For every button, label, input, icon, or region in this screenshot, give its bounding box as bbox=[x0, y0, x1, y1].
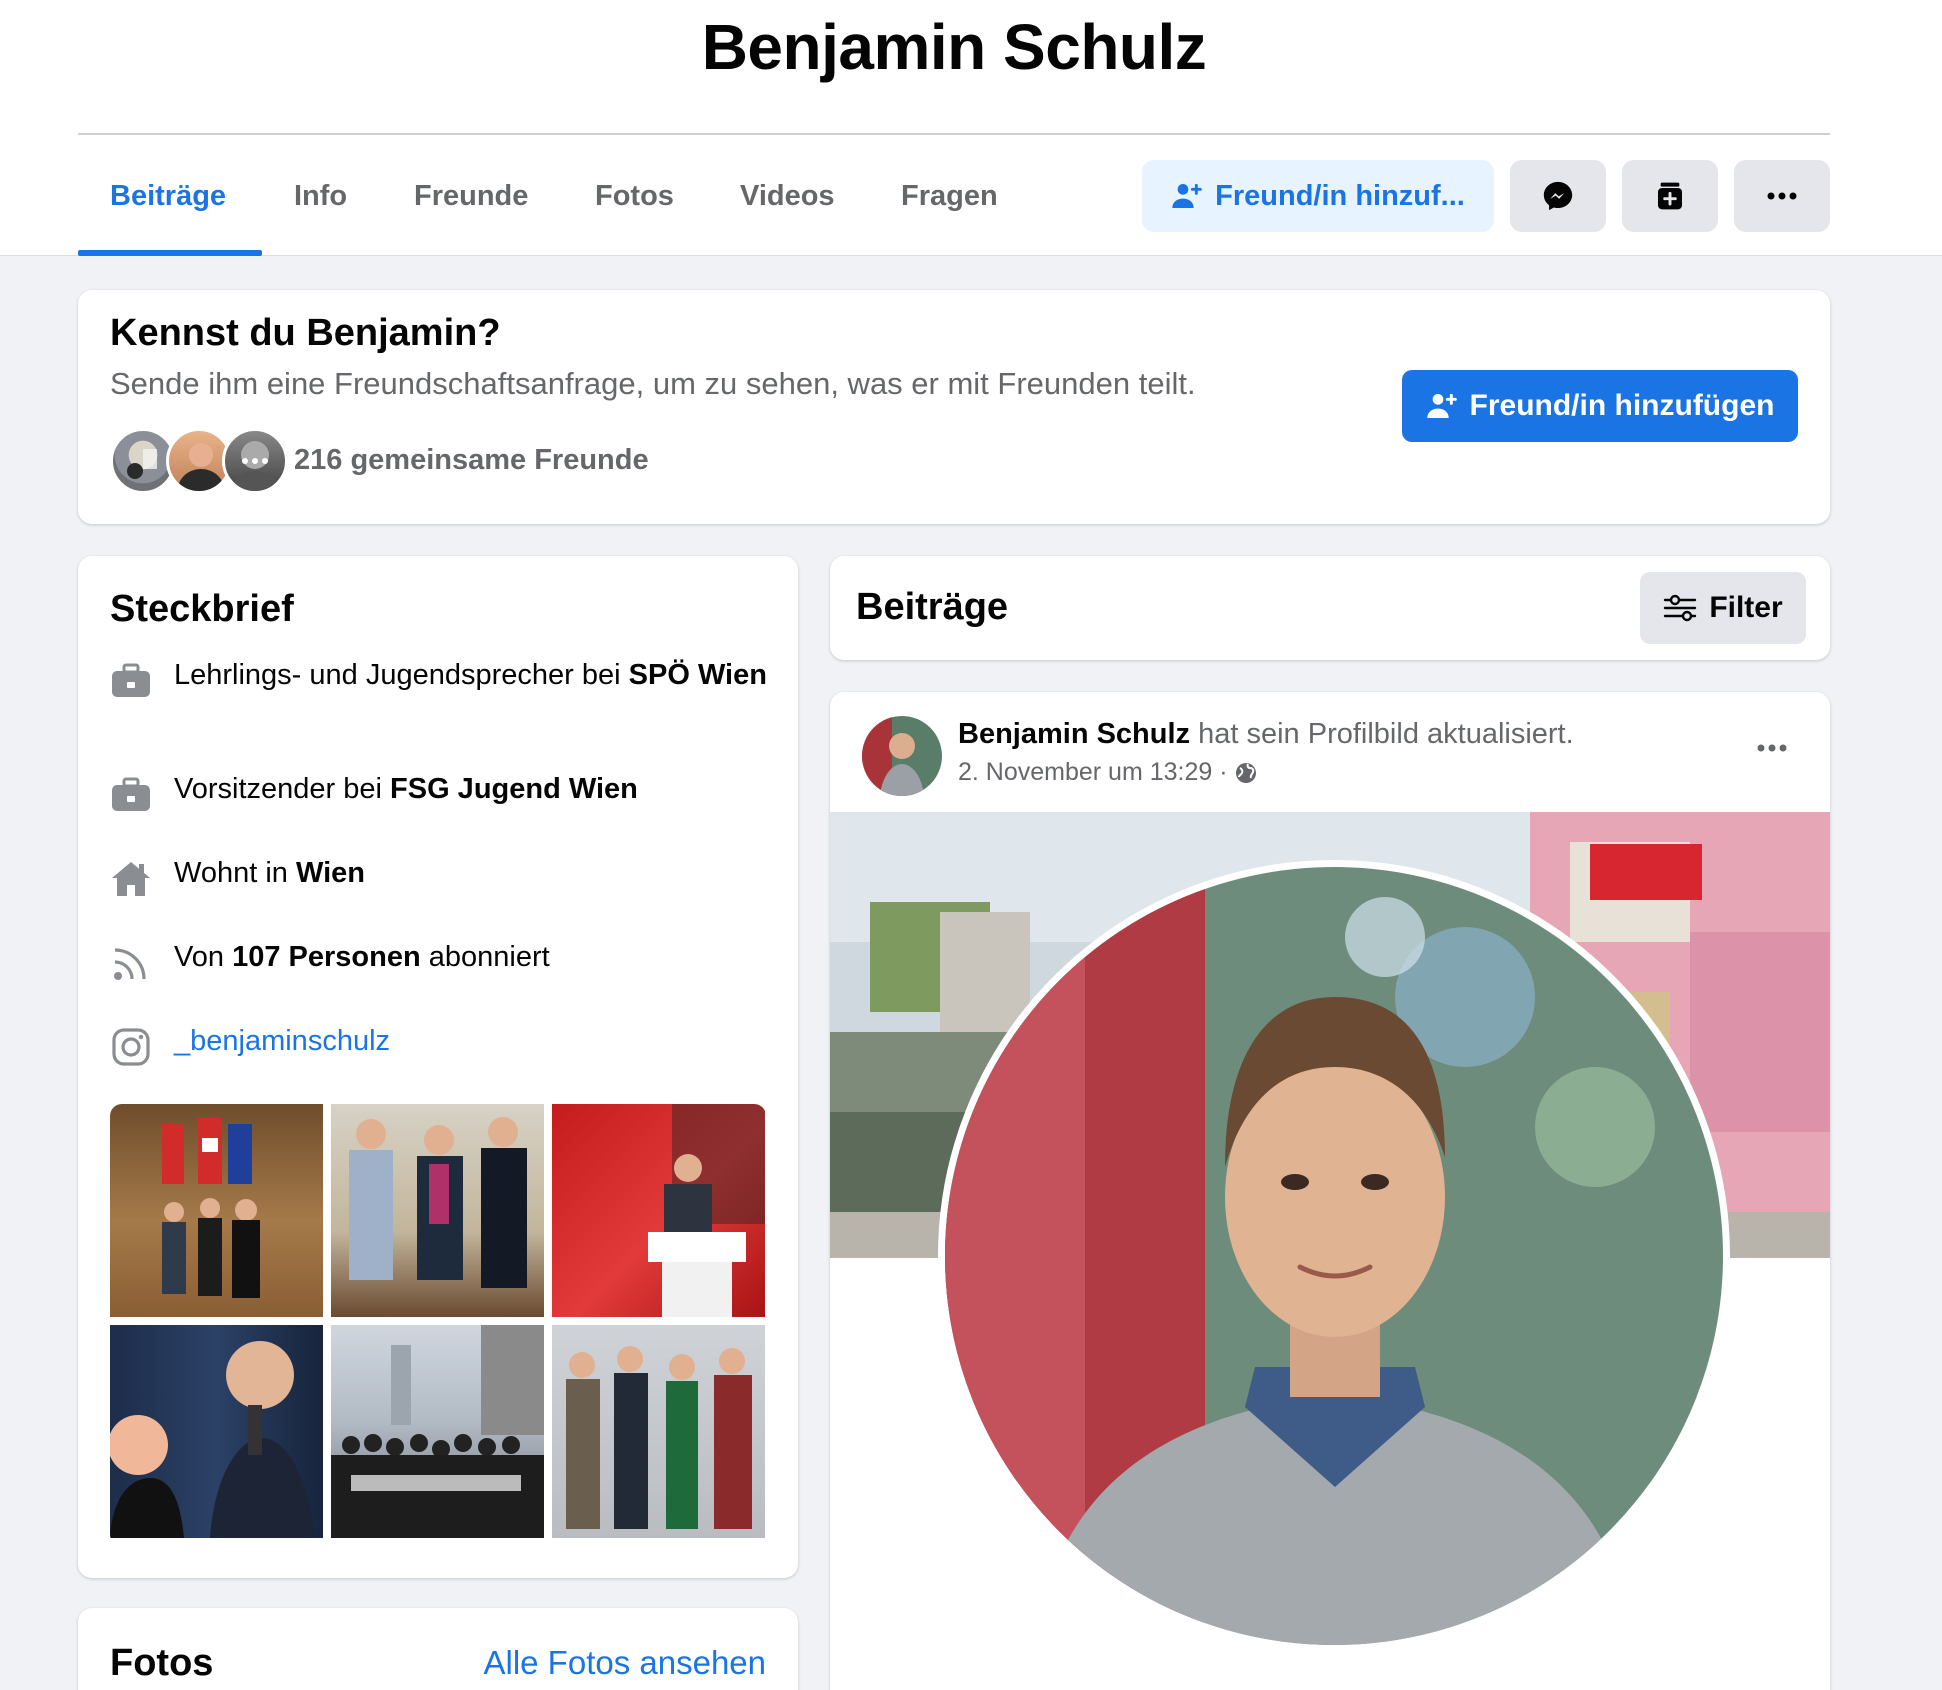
mutual-friends-avatars[interactable] bbox=[110, 428, 290, 494]
add-friend-icon bbox=[1426, 393, 1457, 418]
employer-link[interactable]: FSG Jugend Wien bbox=[390, 773, 638, 805]
avatar[interactable] bbox=[222, 428, 288, 494]
info-text: Lehrlings- und Jugendsprecher bei SPÖ Wi… bbox=[174, 659, 767, 691]
header-divider bbox=[78, 133, 1830, 135]
tab-fragen[interactable]: Fragen bbox=[901, 160, 998, 256]
more-options-button[interactable] bbox=[1734, 160, 1830, 232]
know-card-subtitle: Sende ihm eine Freundschaftsanfrage, um … bbox=[110, 366, 1196, 401]
info-row-location: Wohnt in Wien bbox=[110, 854, 780, 898]
add-friend-primary-label: Freund/in hinzufügen bbox=[1469, 389, 1775, 422]
messenger-button[interactable] bbox=[1510, 160, 1606, 232]
globe-icon bbox=[1235, 762, 1256, 783]
briefcase-icon bbox=[110, 660, 152, 702]
employer-link[interactable]: SPÖ Wien bbox=[629, 659, 767, 691]
featured-photo[interactable] bbox=[110, 1325, 323, 1538]
info-text: Vorsitzender bei FSG Jugend Wien bbox=[174, 773, 638, 805]
see-all-photos-link[interactable]: Alle Fotos ansehen bbox=[483, 1644, 766, 1682]
mutual-friends-count[interactable]: 216 gemeinsame Freunde bbox=[294, 444, 649, 477]
filter-label: Filter bbox=[1709, 591, 1783, 624]
post-author-name[interactable]: Benjamin Schulz bbox=[958, 718, 1190, 750]
fotos-card: Fotos Alle Fotos ansehen bbox=[78, 1608, 798, 1690]
featured-photo[interactable] bbox=[110, 1104, 323, 1317]
featured-photos-grid bbox=[110, 1104, 766, 1546]
know-card-title: Kennst du Benjamin? bbox=[110, 312, 501, 354]
post-author-avatar[interactable] bbox=[862, 716, 942, 796]
tab-freunde[interactable]: Freunde bbox=[414, 160, 528, 256]
profile-name: Benjamin Schulz bbox=[701, 11, 1207, 83]
filter-button[interactable]: Filter bbox=[1640, 572, 1806, 644]
steckbrief-title: Steckbrief bbox=[110, 588, 294, 630]
post-headline: Benjamin Schulz hat sein Profilbild aktu… bbox=[958, 718, 1574, 750]
save-icon bbox=[1658, 182, 1682, 210]
home-icon bbox=[110, 858, 152, 900]
instagram-icon bbox=[110, 1026, 152, 1068]
info-text: _benjaminschulz bbox=[174, 1022, 774, 1060]
filter-icon bbox=[1664, 594, 1697, 622]
post-meta: 2. November um 13:29 · bbox=[958, 758, 1258, 787]
posts-title: Beiträge bbox=[856, 586, 1009, 628]
instagram-link[interactable]: _benjaminschulz bbox=[174, 1025, 390, 1057]
info-text: Von 107 Personen abonniert bbox=[174, 941, 550, 973]
tab-videos[interactable]: Videos bbox=[740, 160, 835, 256]
fotos-title: Fotos bbox=[110, 1642, 214, 1684]
post-date[interactable]: 2. November um 13:29 · bbox=[958, 758, 1228, 787]
save-button[interactable] bbox=[1622, 160, 1718, 232]
tab-info[interactable]: Info bbox=[294, 160, 347, 256]
rss-icon bbox=[110, 942, 152, 984]
info-row-work-2: Vorsitzender bei FSG Jugend Wien bbox=[110, 770, 780, 814]
tab-fotos[interactable]: Fotos bbox=[595, 160, 674, 256]
add-friend-primary-button[interactable]: Freund/in hinzufügen bbox=[1402, 370, 1798, 442]
post-options-button[interactable] bbox=[1750, 726, 1794, 770]
info-row-instagram: _benjaminschulz bbox=[110, 1022, 780, 1066]
add-friend-button[interactable]: Freund/in hinzuf... bbox=[1142, 160, 1494, 232]
info-row-followers: Von 107 Personen abonniert bbox=[110, 938, 780, 982]
featured-photo[interactable] bbox=[552, 1325, 765, 1538]
profile-header: Benjamin Schulz Beiträge Info Freunde Fo… bbox=[0, 0, 1942, 256]
featured-photo[interactable] bbox=[331, 1104, 544, 1317]
featured-photo[interactable] bbox=[552, 1104, 765, 1317]
info-text: Wohnt in Wien bbox=[174, 857, 366, 889]
active-tab-indicator bbox=[78, 250, 262, 256]
tab-beitraege[interactable]: Beiträge bbox=[110, 160, 226, 256]
location-link[interactable]: Wien bbox=[296, 857, 365, 889]
add-friend-icon bbox=[1172, 183, 1202, 208]
more-icon bbox=[1757, 744, 1787, 752]
featured-photo[interactable] bbox=[331, 1325, 544, 1538]
steckbrief-card: Steckbrief Lehrlings- und Jugendsprecher… bbox=[78, 556, 798, 1578]
info-row-work-1: Lehrlings- und Jugendsprecher bei SPÖ Wi… bbox=[110, 656, 780, 736]
briefcase-icon bbox=[110, 774, 152, 816]
post-card: Benjamin Schulz hat sein Profilbild aktu… bbox=[830, 692, 1830, 1690]
more-icon bbox=[1767, 192, 1797, 200]
add-friend-label: Freund/in hinzuf... bbox=[1215, 179, 1465, 212]
profile-picture[interactable] bbox=[938, 860, 1730, 1652]
messenger-icon bbox=[1543, 181, 1573, 211]
